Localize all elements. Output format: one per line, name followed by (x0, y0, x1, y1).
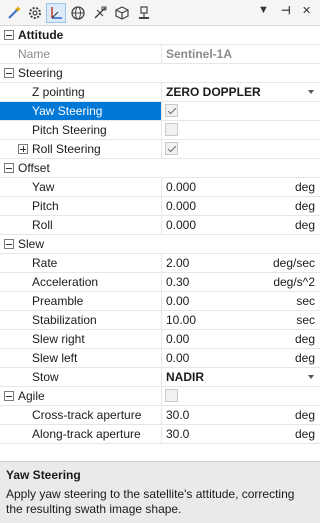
chevron-down-icon[interactable] (308, 375, 314, 379)
property-value[interactable]: 0.000 (166, 180, 196, 194)
category-agile[interactable]: Agile (0, 387, 320, 406)
unit-label: deg/sec (272, 256, 315, 270)
property-value[interactable]: 0.000 (166, 218, 196, 232)
category-steering[interactable]: Steering (0, 64, 320, 83)
category-slew[interactable]: Slew (0, 235, 320, 254)
menu-arrow-icon[interactable]: ▼ (258, 4, 269, 16)
property-offset-roll[interactable]: Roll 0.000 deg (0, 216, 320, 235)
property-pitch-steering[interactable]: Pitch Steering (0, 121, 320, 140)
property-cross-track-aperture[interactable]: Cross-track aperture 30.0 deg (0, 406, 320, 425)
property-z-pointing[interactable]: Z pointing ZERO DOPPLER (0, 83, 320, 102)
yaw-steering-checkbox[interactable] (165, 104, 178, 117)
wand-icon[interactable] (4, 3, 24, 23)
property-value[interactable]: 0.000 (166, 199, 196, 213)
property-value[interactable]: 10.00 (166, 313, 196, 327)
collapse-icon[interactable] (4, 163, 14, 173)
property-value[interactable]: 0.30 (166, 275, 189, 289)
property-label: Yaw Steering (32, 104, 103, 118)
globe-icon[interactable] (68, 3, 88, 23)
property-label: Stow (32, 370, 59, 384)
z-pointing-select[interactable]: ZERO DOPPLER (166, 85, 261, 99)
collapse-icon[interactable] (4, 68, 14, 78)
property-value[interactable]: 30.0 (166, 408, 189, 422)
property-value[interactable]: 2.00 (166, 256, 189, 270)
gear-icon[interactable] (25, 3, 45, 23)
cube-icon[interactable] (112, 3, 132, 23)
unit-label: deg/s^2 (273, 275, 315, 289)
agile-checkbox[interactable] (165, 389, 178, 402)
grid-empty-area (0, 449, 320, 461)
property-slew-right[interactable]: Slew right 0.00 deg (0, 330, 320, 349)
category-label: Steering (18, 66, 63, 80)
unit-label: deg (294, 351, 315, 365)
unit-label: sec (296, 294, 315, 308)
property-label: Cross-track aperture (32, 408, 142, 422)
unit-label: deg (294, 332, 315, 346)
property-label: Yaw (32, 180, 55, 194)
property-label: Rate (32, 256, 58, 270)
property-label: Preamble (32, 294, 84, 308)
property-label: Slew right (32, 332, 85, 346)
help-description: Apply yaw steering to the satellite's at… (6, 487, 295, 516)
property-roll-steering[interactable]: Roll Steering (0, 140, 320, 159)
property-offset-pitch[interactable]: Pitch 0.000 deg (0, 197, 320, 216)
unit-label: deg (294, 180, 315, 194)
property-value[interactable]: 0.00 (166, 294, 189, 308)
property-label: Along-track aperture (32, 427, 141, 441)
property-name[interactable]: Name Sentinel-1A (0, 45, 320, 64)
category-label: Offset (18, 161, 50, 175)
property-stow[interactable]: Stow NADIR (0, 368, 320, 387)
collapse-icon[interactable] (4, 30, 14, 40)
property-value: Sentinel-1A (166, 47, 233, 61)
property-label: Stabilization (32, 313, 97, 327)
expand-icon[interactable] (18, 144, 28, 154)
pin-icon[interactable]: ⊣ (281, 4, 291, 17)
property-value[interactable]: 30.0 (166, 427, 189, 441)
property-label: Pitch Steering (32, 123, 107, 137)
property-label: Roll Steering (32, 142, 101, 156)
unit-label: deg (294, 427, 315, 441)
collapse-icon[interactable] (4, 391, 14, 401)
property-label: Acceleration (32, 275, 99, 289)
property-label: Z pointing (32, 85, 85, 99)
property-value[interactable]: 0.00 (166, 332, 189, 346)
unit-label: deg (294, 408, 315, 422)
property-yaw-steering[interactable]: Yaw Steering (0, 102, 320, 121)
property-slew-acceleration[interactable]: Acceleration 0.30 deg/s^2 (0, 273, 320, 292)
property-slew-stabilization[interactable]: Stabilization 10.00 sec (0, 311, 320, 330)
satellite-icon[interactable] (90, 3, 110, 23)
property-label: Roll (32, 218, 53, 232)
property-value[interactable]: 0.00 (166, 351, 189, 365)
stow-select[interactable]: NADIR (166, 370, 204, 384)
property-label: Slew left (32, 351, 78, 365)
property-label: Name (18, 47, 51, 61)
property-slew-rate[interactable]: Rate 2.00 deg/sec (0, 254, 320, 273)
roll-steering-checkbox[interactable] (165, 142, 178, 155)
category-attitude[interactable]: Attitude (0, 26, 320, 45)
property-along-track-aperture[interactable]: Along-track aperture 30.0 deg (0, 425, 320, 444)
unit-label: sec (296, 313, 315, 327)
property-slew-left[interactable]: Slew left 0.00 deg (0, 349, 320, 368)
unit-label: deg (294, 218, 315, 232)
help-title: Yaw Steering (6, 468, 81, 482)
antenna-icon[interactable] (134, 3, 154, 23)
chevron-down-icon[interactable] (308, 90, 314, 94)
unit-label: deg (294, 199, 315, 213)
property-label: Pitch (32, 199, 59, 213)
axes-icon[interactable] (46, 3, 66, 23)
collapse-icon[interactable] (4, 239, 14, 249)
property-toolbar: ▼ ⊣ ✕ (0, 0, 320, 26)
close-icon[interactable]: ✕ (302, 4, 311, 17)
category-label: Attitude (18, 28, 64, 42)
property-slew-preamble[interactable]: Preamble 0.00 sec (0, 292, 320, 311)
category-label: Slew (18, 237, 45, 251)
property-offset-yaw[interactable]: Yaw 0.000 deg (0, 178, 320, 197)
category-offset[interactable]: Offset (0, 159, 320, 178)
help-panel: Yaw Steering Apply yaw steering to the s… (0, 462, 320, 523)
category-label: Agile (18, 389, 45, 403)
property-grid: Attitude Name Sentinel-1A Steering Z poi… (0, 26, 320, 444)
pitch-steering-checkbox[interactable] (165, 123, 178, 136)
